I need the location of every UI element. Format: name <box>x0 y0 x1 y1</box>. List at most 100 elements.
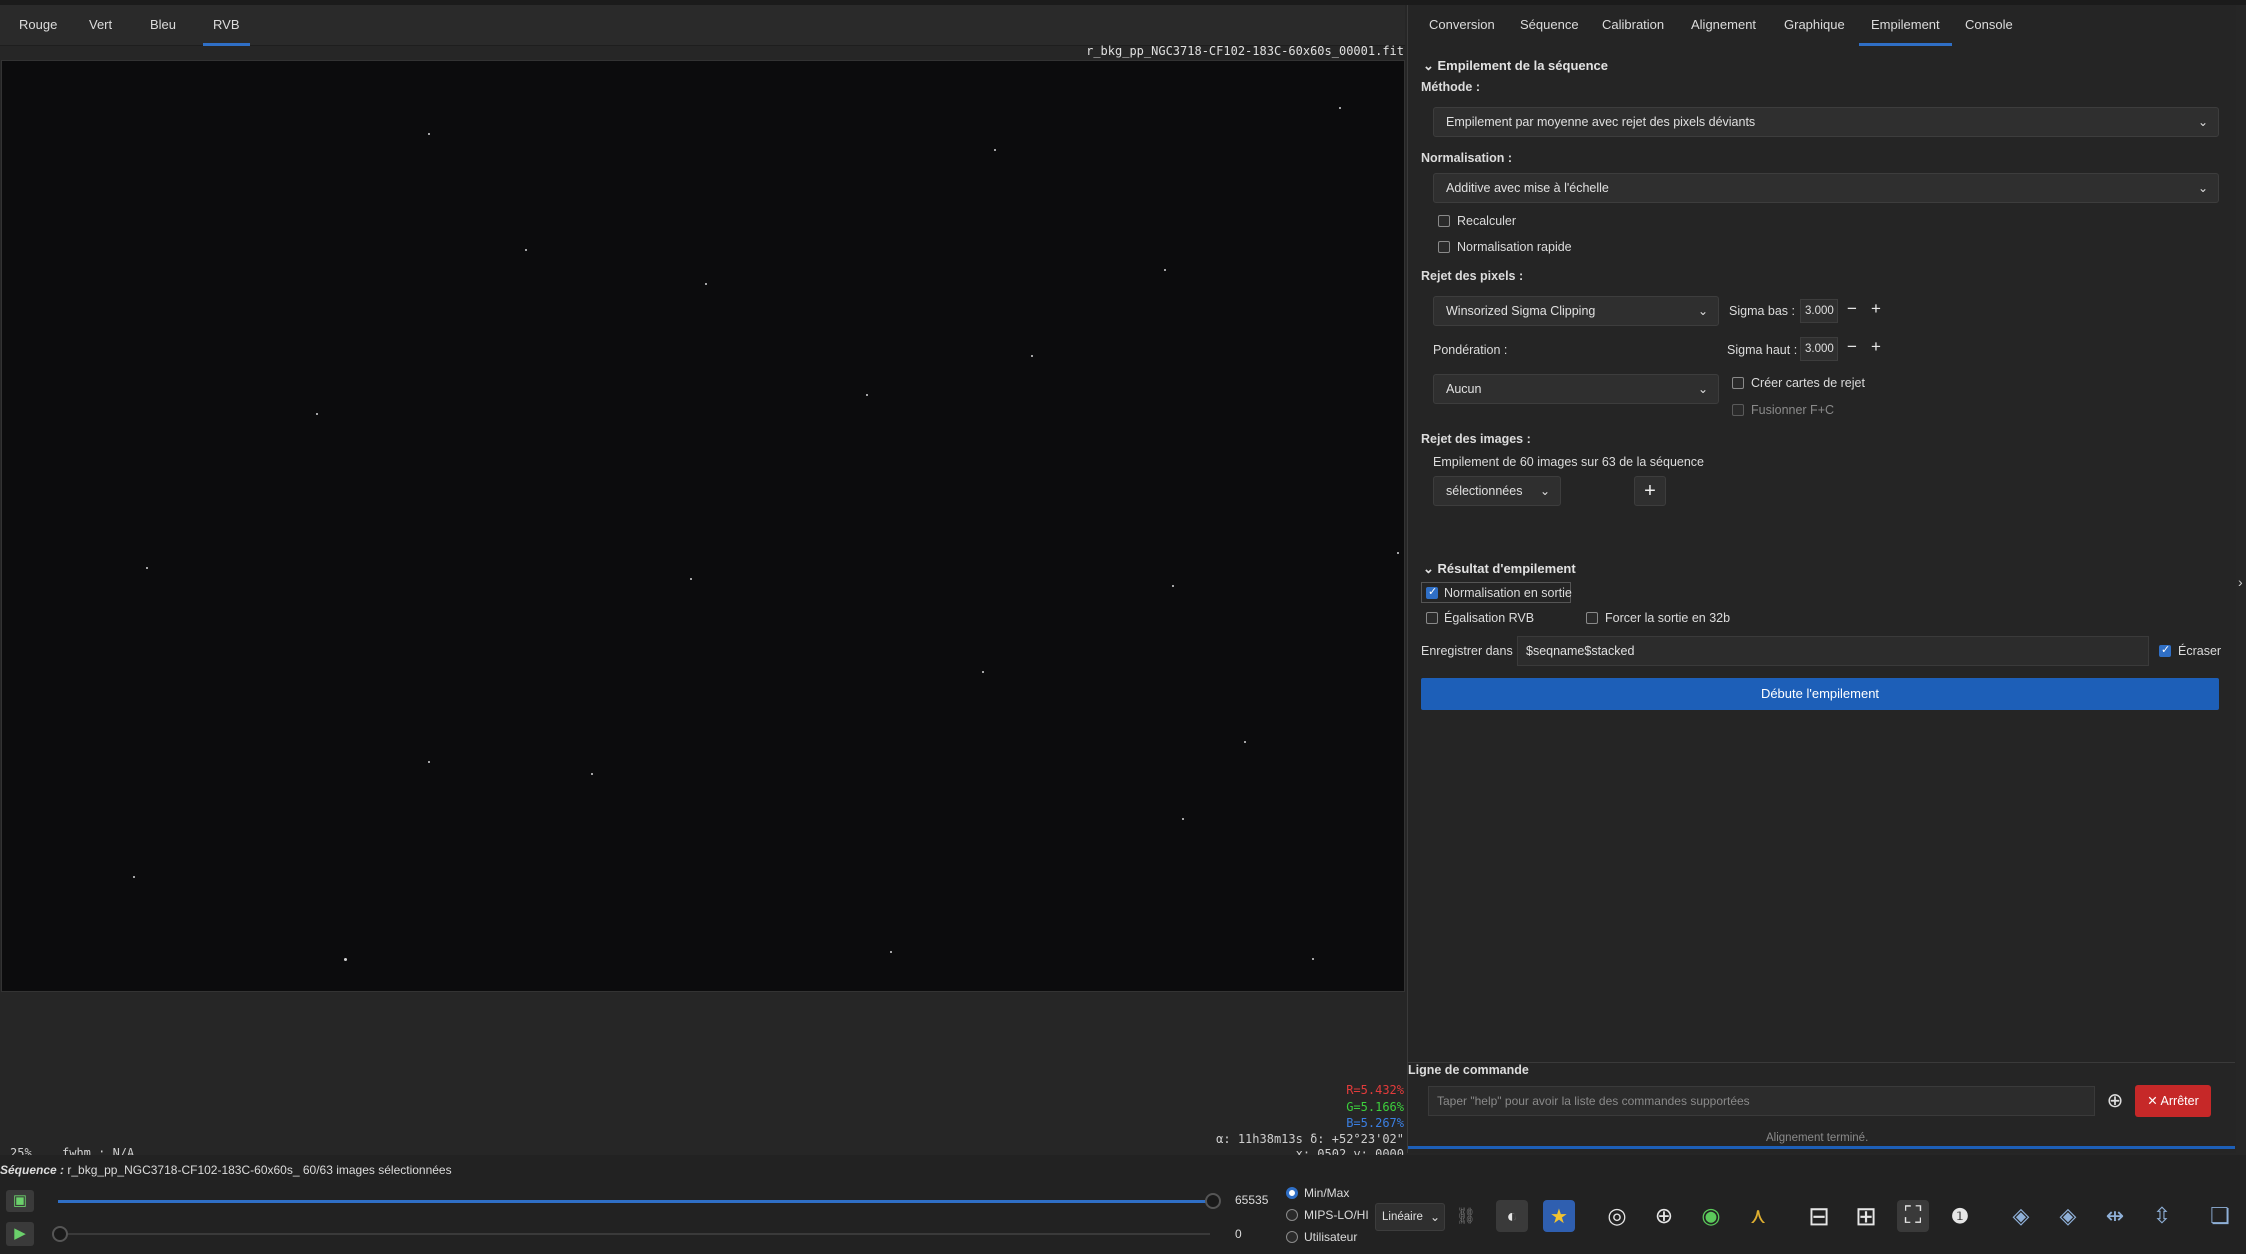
image-filter-value: sélectionnées <box>1446 484 1523 498</box>
tab-rvb[interactable]: RVB <box>203 17 249 46</box>
tab-graphique[interactable]: Graphique <box>1784 17 1845 32</box>
overwrite-label: Écraser <box>2178 644 2222 658</box>
chevron-down-icon: ⌄ <box>1423 561 1438 576</box>
stack-section-header[interactable]: ⌄ Empilement de la séquence <box>1423 58 1608 74</box>
stop-label: Arrêter <box>2160 1094 2199 1108</box>
command-label: Ligne de commande <box>1408 1063 1529 1077</box>
readout-blue: B=5.267% <box>1346 1116 1404 1130</box>
fast-norm-checkbox[interactable] <box>1438 241 1450 253</box>
tab-console[interactable]: Console <box>1965 17 2013 32</box>
stretch-select[interactable]: Linéaire ⌄ <box>1375 1203 1445 1231</box>
overwrite-checkbox[interactable] <box>2159 643 2171 657</box>
rejection-label: Rejet des pixels : <box>1421 269 1524 283</box>
method-select[interactable]: Empilement par moyenne avec rejet des pi… <box>1433 107 2219 137</box>
radio-minmax[interactable] <box>1286 1187 1298 1199</box>
min-slider[interactable] <box>58 1233 1210 1235</box>
sigma-low-input[interactable]: 3.000 <box>1800 299 1838 323</box>
normalization-select[interactable]: Additive avec mise à l'échelle ⌄ <box>1433 173 2219 203</box>
weighting-select[interactable]: Aucun ⌄ <box>1433 374 1719 404</box>
tab-empilement[interactable]: Empilement <box>1859 17 1952 46</box>
chevron-down-icon: ⌄ <box>2197 115 2208 129</box>
tab-conversion[interactable]: Conversion <box>1429 17 1495 32</box>
annotate-icon[interactable]: ⋏ <box>1742 1200 1774 1232</box>
rgb-eq-checkbox[interactable] <box>1426 612 1438 624</box>
sigma-low-plus-icon[interactable]: + <box>1871 299 1881 319</box>
mirror-x-icon[interactable]: ⇹ <box>2099 1200 2131 1232</box>
zoom-out-icon[interactable]: ⊟ <box>1803 1200 1835 1232</box>
tab-sequence[interactable]: Séquence <box>1520 17 1579 32</box>
method-label: Méthode : <box>1421 80 1481 94</box>
mirror-y-icon[interactable]: ⇳ <box>2146 1200 2178 1232</box>
sigma-low-label: Sigma bas : <box>1729 304 1796 318</box>
sigma-high-plus-icon[interactable]: + <box>1871 337 1881 357</box>
start-stacking-button[interactable]: Débute l'empilement <box>1421 678 2219 710</box>
chevron-right-icon[interactable]: › <box>2238 574 2243 590</box>
image-rejection-label: Rejet des images : <box>1421 432 1531 446</box>
chevron-down-icon: ⌄ <box>1429 1210 1440 1224</box>
sequence-info: Séquence : r_bkg_pp_NGC3718-CF102-183C-6… <box>0 1163 452 1177</box>
rotate-right-icon[interactable]: ◈ <box>2052 1200 2084 1232</box>
sequence-image-icon[interactable]: ▣ <box>6 1190 34 1212</box>
image-filename: r_bkg_pp_NGC3718-CF102-183C-60x60s_00001… <box>1086 44 1404 58</box>
rotate-left-icon[interactable]: ◈ <box>2005 1200 2037 1232</box>
status-text: Alignement terminé. <box>1766 1132 1869 1144</box>
max-slider[interactable] <box>58 1200 1210 1203</box>
star-icon[interactable]: ★ <box>1543 1200 1575 1232</box>
save-path-input[interactable]: $seqname$stacked <box>1517 636 2149 666</box>
sigma-high-minus-icon[interactable]: − <box>1847 337 1857 357</box>
rejection-value: Winsorized Sigma Clipping <box>1446 304 1596 318</box>
radio-user-label: Utilisateur <box>1304 1230 1358 1244</box>
result-section-title: Résultat d'empilement <box>1437 561 1576 576</box>
reject-maps-label: Créer cartes de rejet <box>1751 376 1865 390</box>
fast-norm-label: Normalisation rapide <box>1457 240 1572 254</box>
max-value: 65535 <box>1235 1193 1269 1207</box>
tab-vert[interactable]: Vert <box>89 17 112 32</box>
command-placeholder: Taper "help" pour avoir la liste des com… <box>1437 1094 1750 1108</box>
tab-calibration[interactable]: Calibration <box>1602 17 1664 32</box>
output-norm-label: Normalisation en sortie <box>1444 586 1572 600</box>
stack-section-title: Empilement de la séquence <box>1437 58 1609 73</box>
result-section-header[interactable]: ⌄ Résultat d'empilement <box>1423 561 1576 577</box>
chevron-down-icon: ⌄ <box>1539 484 1550 498</box>
link-icon[interactable]: ⛓ <box>1450 1200 1482 1232</box>
negative-icon[interactable]: ◐ <box>1496 1200 1528 1232</box>
merge-checkbox[interactable] <box>1732 404 1744 416</box>
tab-alignement[interactable]: Alignement <box>1691 17 1756 32</box>
help-icon[interactable]: ⊕ <box>2104 1090 2126 1112</box>
radio-mips-label: MIPS-LO/HI <box>1304 1208 1369 1222</box>
sigma-low-minus-icon[interactable]: − <box>1847 299 1857 319</box>
max-slider-knob[interactable] <box>1205 1193 1221 1209</box>
image-viewer[interactable] <box>1 60 1405 992</box>
zoom-one-icon[interactable]: ❶ <box>1944 1200 1976 1232</box>
image-count-text: Empilement de 60 images sur 63 de la séq… <box>1433 455 1704 469</box>
zoom-in-icon[interactable]: ⊞ <box>1850 1200 1882 1232</box>
rejection-select[interactable]: Winsorized Sigma Clipping ⌄ <box>1433 296 1719 326</box>
play-icon[interactable]: ▶ <box>6 1222 34 1246</box>
sigma-high-input[interactable]: 3.000 <box>1800 337 1838 361</box>
output-norm-checkbox[interactable] <box>1426 585 1438 599</box>
sigma-high-label: Sigma haut : <box>1727 343 1798 357</box>
image-filter-select[interactable]: sélectionnées ⌄ <box>1433 476 1561 506</box>
target-icon[interactable]: ◉ <box>1695 1200 1727 1232</box>
radio-mips[interactable] <box>1286 1209 1298 1221</box>
frames-icon[interactable]: ❏ <box>2204 1200 2236 1232</box>
min-slider-knob[interactable] <box>52 1226 68 1242</box>
divider <box>1408 1062 2235 1063</box>
reject-maps-checkbox[interactable] <box>1732 377 1744 389</box>
zoom-fit-icon[interactable]: ⛶ <box>1897 1200 1929 1232</box>
readout-green: G=5.166% <box>1346 1100 1404 1114</box>
clock-icon[interactable]: ◎ <box>1601 1200 1633 1232</box>
readout-red: R=5.432% <box>1346 1083 1404 1097</box>
stop-button[interactable]: ✕ Arrêter <box>2135 1085 2211 1117</box>
radio-user[interactable] <box>1286 1231 1298 1243</box>
weighting-value: Aucun <box>1446 382 1482 396</box>
recalc-checkbox[interactable] <box>1438 215 1450 227</box>
tab-bleu[interactable]: Bleu <box>150 17 176 32</box>
force32-checkbox[interactable] <box>1586 612 1598 624</box>
command-input[interactable]: Taper "help" pour avoir la liste des com… <box>1428 1086 2095 1116</box>
add-filter-button[interactable]: + <box>1634 476 1666 506</box>
merge-label: Fusionner F+C <box>1751 403 1835 417</box>
globe-icon[interactable]: ⊕ <box>1648 1200 1680 1232</box>
chevron-down-icon: ⌄ <box>2197 181 2208 195</box>
tab-rouge[interactable]: Rouge <box>19 17 57 32</box>
